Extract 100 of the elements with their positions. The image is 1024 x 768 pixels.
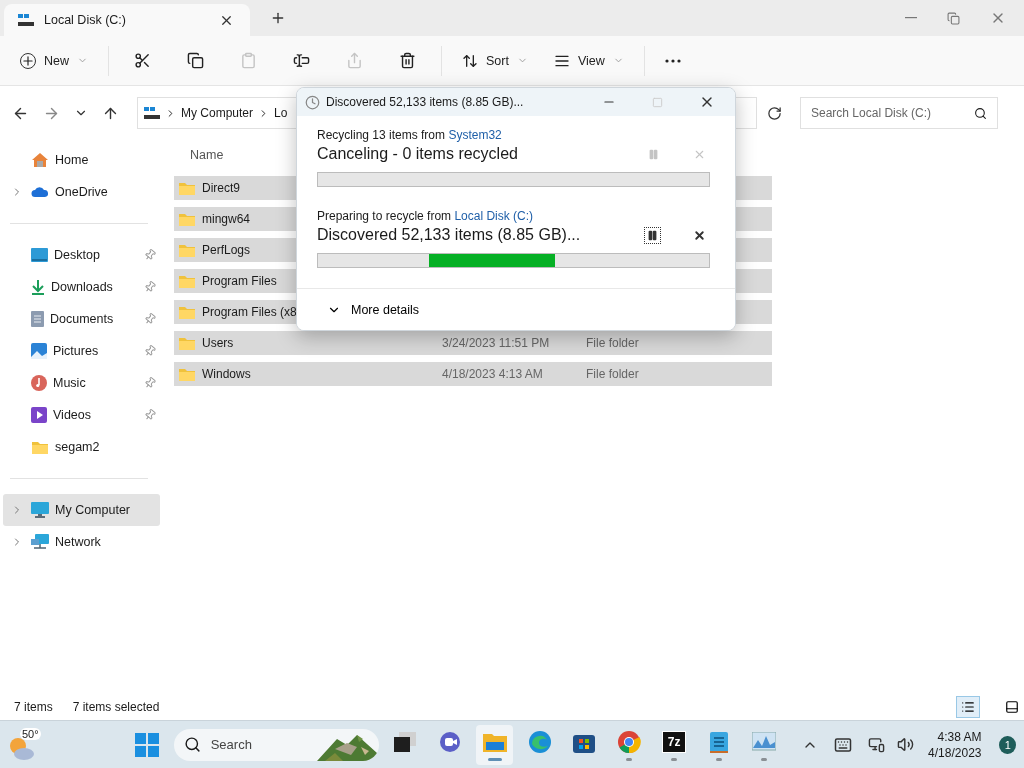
folder-icon bbox=[482, 731, 507, 752]
details-view-button[interactable] bbox=[956, 696, 980, 718]
operation-source: Recycling 13 items from System32 bbox=[317, 128, 502, 142]
cloud-icon bbox=[31, 186, 49, 198]
date-cell: 4/18/2023 4:13 AM bbox=[442, 367, 543, 381]
speaker-icon bbox=[897, 736, 915, 753]
sidebar-item[interactable]: Home bbox=[3, 144, 160, 176]
copy-icon bbox=[187, 52, 204, 69]
operation-source: Preparing to recycle from Local Disk (C:) bbox=[317, 209, 534, 223]
list-icon bbox=[961, 700, 975, 714]
sidebar-item[interactable]: Network bbox=[3, 526, 160, 558]
video-chat-icon bbox=[439, 730, 461, 753]
plus-icon bbox=[270, 10, 286, 26]
type-cell: File folder bbox=[586, 336, 639, 350]
sidebar-item[interactable]: My Computer bbox=[3, 494, 160, 526]
music-icon bbox=[31, 375, 47, 391]
volume-button[interactable] bbox=[897, 736, 915, 753]
more-icon bbox=[664, 58, 681, 63]
file-row[interactable]: Users 3/24/2023 11:51 PM File folder bbox=[174, 331, 772, 355]
dialog-title: Discovered 52,133 items (8.85 GB)... bbox=[326, 95, 525, 109]
video-icon bbox=[31, 407, 47, 423]
monitor-icon bbox=[31, 502, 49, 518]
desktop-icon bbox=[31, 248, 48, 262]
operation-status: Canceling - 0 items recycled bbox=[317, 145, 519, 163]
taskbar-app[interactable]: 7z bbox=[655, 724, 693, 765]
breadcrumb[interactable]: My Computer bbox=[181, 106, 254, 120]
new-button[interactable]: New bbox=[14, 46, 94, 75]
share-icon bbox=[346, 52, 363, 69]
pause-icon bbox=[647, 229, 658, 241]
browser-icon bbox=[527, 729, 552, 754]
folder-icon bbox=[178, 304, 196, 320]
folder-icon bbox=[178, 211, 196, 227]
sort-button[interactable]: Sort bbox=[456, 46, 534, 75]
item-count: 7 items bbox=[14, 700, 53, 714]
sidebar-item[interactable]: Downloads bbox=[3, 271, 160, 303]
minimize-icon bbox=[905, 17, 917, 19]
task-view-icon bbox=[394, 731, 417, 752]
close-icon bbox=[693, 228, 706, 242]
house-icon bbox=[31, 152, 49, 168]
folder-icon bbox=[178, 273, 196, 289]
folder-icon bbox=[178, 242, 196, 258]
sidebar-item[interactable]: Pictures bbox=[3, 335, 160, 367]
notification-badge[interactable]: 1 bbox=[999, 735, 1017, 754]
pause-button[interactable] bbox=[644, 226, 661, 244]
rename-icon bbox=[293, 52, 310, 69]
keyboard-icon bbox=[834, 735, 853, 754]
selection-count: 7 items selected bbox=[72, 700, 160, 714]
file-name: Users bbox=[202, 336, 234, 350]
trash-icon bbox=[399, 52, 416, 69]
source-link[interactable]: Local Disk (C:) bbox=[454, 209, 534, 223]
tab-title: Local Disk (C:) bbox=[44, 13, 127, 27]
file-name: Windows bbox=[202, 367, 251, 381]
file-name: Direct9 bbox=[202, 181, 240, 195]
file-name: Program Files (x8 bbox=[202, 305, 297, 319]
type-cell: File folder bbox=[586, 367, 639, 381]
sidebar-item[interactable]: Music bbox=[3, 367, 160, 399]
tiles-icon bbox=[1005, 700, 1019, 714]
download-icon bbox=[31, 279, 45, 295]
sidebar-item[interactable]: OneDrive bbox=[3, 176, 160, 208]
weather-widget[interactable]: 50° bbox=[8, 727, 40, 762]
taskbar-search-field[interactable]: Search bbox=[173, 728, 379, 761]
folder-icon bbox=[178, 366, 196, 382]
chart-icon bbox=[751, 731, 776, 752]
network-icon bbox=[31, 534, 49, 550]
sidebar-item[interactable]: Videos bbox=[3, 399, 160, 431]
pause-icon bbox=[648, 148, 659, 160]
maximize-icon bbox=[652, 96, 663, 108]
search-icon bbox=[974, 106, 987, 120]
file-row[interactable]: Windows 4/18/2023 4:13 AM File folder bbox=[174, 362, 772, 386]
clipboard-icon bbox=[240, 52, 257, 69]
sidebar-item[interactable]: Documents bbox=[3, 303, 160, 335]
column-header[interactable]: Name bbox=[190, 148, 224, 176]
drive-icon bbox=[18, 14, 34, 26]
file-name: PerfLogs bbox=[202, 243, 251, 257]
scissors-icon bbox=[134, 52, 151, 69]
breadcrumb[interactable]: Lo bbox=[274, 106, 288, 120]
file-name: mingw64 bbox=[202, 212, 251, 226]
refresh-icon bbox=[767, 105, 782, 121]
folder-icon bbox=[178, 180, 196, 196]
search-icon bbox=[183, 736, 201, 753]
folder-icon bbox=[31, 439, 49, 455]
search-field[interactable]: Search Local Disk (C:) bbox=[800, 97, 998, 129]
sort-icon bbox=[462, 52, 478, 69]
sidebar-item[interactable]: Desktop bbox=[3, 239, 160, 271]
tab[interactable]: Local Disk (C:) bbox=[4, 4, 250, 36]
date-cell: 3/24/2023 11:51 PM bbox=[442, 336, 550, 350]
app-logo: 7z bbox=[662, 731, 686, 752]
image-icon bbox=[31, 343, 47, 359]
clock-icon bbox=[305, 94, 320, 110]
file-name: Program Files bbox=[202, 274, 277, 288]
document-icon bbox=[31, 311, 44, 327]
windows-icon bbox=[135, 732, 160, 757]
notepad-icon bbox=[709, 729, 728, 754]
folder-icon bbox=[178, 335, 196, 351]
chrome-icon bbox=[617, 729, 642, 754]
operation-status: Discovered 52,133 items (8.85 GB)... bbox=[317, 226, 582, 244]
more-details-button[interactable]: More details bbox=[297, 288, 735, 330]
sidebar-item[interactable]: segam2 bbox=[3, 431, 160, 463]
clock[interactable]: 4:38 AM 4/18/2023 bbox=[928, 728, 982, 761]
view-button[interactable]: View bbox=[547, 46, 630, 75]
